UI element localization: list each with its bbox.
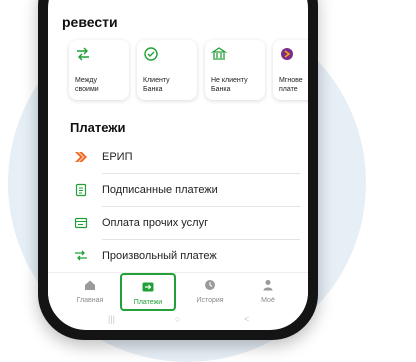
- nav-history[interactable]: История: [182, 273, 238, 313]
- nav-label: Главная: [76, 297, 104, 304]
- payment-item-label: ЕРИП: [102, 151, 133, 163]
- payment-item-label: Произвольный платеж: [102, 250, 217, 262]
- payment-item-erip[interactable]: ЕРИП: [70, 142, 300, 174]
- transfer-card-non-client[interactable]: Не клиенту Банка: [205, 40, 265, 100]
- transfer-card-label: Не клиенту Банка: [211, 77, 248, 93]
- nav-profile[interactable]: Моё: [240, 273, 296, 313]
- erip-icon: [75, 152, 87, 162]
- transfer-cards: Между своими Клиенту Банка Не клиенту Ба…: [69, 40, 308, 104]
- arrows-exchange-icon: [77, 47, 89, 61]
- user-icon: [263, 280, 273, 291]
- transfer-card-bank-client[interactable]: Клиенту Банка: [137, 40, 197, 100]
- transfer-card-own[interactable]: Между своими: [69, 40, 129, 100]
- payment-item-arbitrary[interactable]: Произвольный платеж: [70, 241, 300, 273]
- home-icon: [85, 280, 95, 290]
- nav-payments[interactable]: Платежи: [120, 273, 176, 311]
- nav-label: Платежи: [133, 299, 163, 306]
- nav-home[interactable]: Главная: [62, 273, 118, 313]
- divider: [102, 239, 300, 240]
- home-button[interactable]: ○: [175, 314, 180, 324]
- transfer-card-instant[interactable]: Мгнове плате: [273, 40, 308, 100]
- divider: [102, 173, 300, 174]
- payment-item-label: Подписанные платежи: [102, 184, 218, 196]
- payment-item-other-services[interactable]: Оплата прочих услуг: [70, 208, 300, 240]
- bank-icon: [211, 47, 227, 60]
- transfer-card-label: Между своими: [75, 77, 99, 93]
- system-nav-bar: ||| ○ <: [48, 312, 308, 330]
- clock-icon: [205, 280, 215, 290]
- nav-label: Моё: [261, 297, 275, 304]
- app-screen: ревести Между своими Клиенту Банка Не кл…: [48, 0, 308, 330]
- recent-apps-button[interactable]: |||: [108, 314, 115, 324]
- transfer-card-label: Мгнове плате: [279, 77, 303, 93]
- bill-icon: [74, 217, 88, 229]
- payments-title: Платежи: [70, 120, 126, 135]
- transfers-title: ревести: [62, 14, 118, 30]
- bottom-nav: Главная Платежи История Моё: [48, 272, 308, 313]
- payment-item-signed[interactable]: Подписанные платежи: [70, 175, 300, 207]
- transfer-card-label: Клиенту Банка: [143, 77, 170, 93]
- instant-payment-icon: [281, 48, 293, 60]
- arrows-transfer-icon: [75, 250, 87, 261]
- document-icon: [75, 183, 87, 197]
- check-circle-icon: [144, 47, 158, 61]
- payments-icon: [142, 282, 154, 292]
- payment-item-label: Оплата прочих услуг: [102, 217, 209, 229]
- back-button[interactable]: <: [244, 314, 249, 324]
- divider: [102, 206, 300, 207]
- nav-label: История: [196, 297, 224, 304]
